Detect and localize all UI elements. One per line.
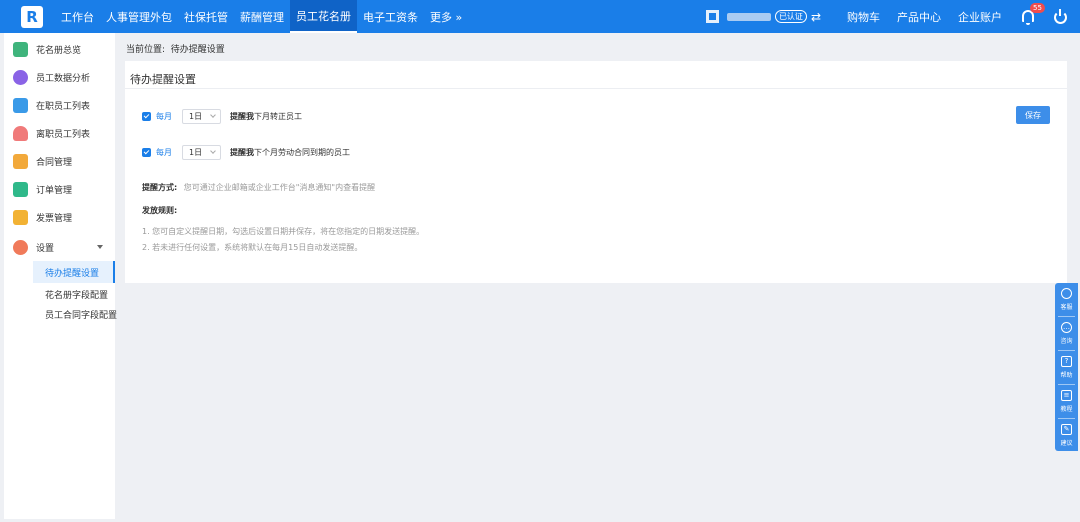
sidebar-item-active-employees[interactable]: 在职员工列表 xyxy=(4,92,115,118)
sidebar-item-invoice-management[interactable]: 发票管理 xyxy=(4,204,115,230)
reminder-row-contract-expiry: 每月 1日 提醒我下个月劳动合同到期的员工 xyxy=(142,144,350,160)
app-logo[interactable]: R xyxy=(21,5,43,28)
sidebar-item-label: 花名册总览 xyxy=(36,45,82,56)
nav-item-payroll[interactable]: 薪酬管理 xyxy=(234,0,290,33)
nav-item-workbench[interactable]: 工作台 xyxy=(55,0,100,33)
monthly-label[interactable]: 每月 xyxy=(156,147,172,158)
reminder-method: 提醒方式: 您可通过企业邮箱或企业工作台"消息通知"内查看提醒 xyxy=(142,182,375,193)
sidebar: 花名册总览 员工数据分析 在职员工列表 离职员工列表 合同管理 订单管理 发票管… xyxy=(4,33,117,519)
day-select-value: 1日 xyxy=(189,147,203,157)
sidebar-item-resigned-employees[interactable]: 离职员工列表 xyxy=(4,120,115,146)
sidebar-subitem-contract-field-config[interactable]: 员工合同字段配置 xyxy=(4,303,117,325)
sidebar-item-employee-analysis[interactable]: 员工数据分析 xyxy=(4,64,115,90)
checkbox-monthly-contract[interactable] xyxy=(142,147,151,157)
help-button[interactable]: ? 帮助 xyxy=(1055,351,1078,384)
top-navigation-bar: R 工作台 人事管理外包 社保托管 薪酬管理 员工花名册 电子工资条 更多 » … xyxy=(0,0,1080,33)
invoice-icon xyxy=(13,209,28,225)
nav-item-hr-outsourcing[interactable]: 人事管理外包 xyxy=(100,0,178,33)
switch-icon[interactable]: ⇄ xyxy=(811,10,821,24)
notification-button[interactable]: 55 xyxy=(1021,2,1045,26)
company-switcher[interactable]: 已认证 ⇄ xyxy=(705,10,835,24)
edit-icon: ✎ xyxy=(1061,424,1072,435)
reminder-method-label: 提醒方式: xyxy=(142,183,178,192)
float-label: 帮助 xyxy=(1060,372,1073,379)
page-title: 待办提醒设置 xyxy=(130,73,196,86)
day-select-probation[interactable]: 1日 xyxy=(182,108,221,124)
company-name-redacted xyxy=(726,12,771,21)
title-divider xyxy=(125,88,1067,89)
reminder-description: 下个月劳动合同到期的员工 xyxy=(254,147,350,157)
nav-item-more[interactable]: 更多 » xyxy=(424,0,468,33)
sidebar-item-roster-overview[interactable]: 花名册总览 xyxy=(4,36,115,62)
sidebar-item-label: 订单管理 xyxy=(36,185,73,196)
reminder-method-text: 您可通过企业邮箱或企业工作台"消息通知"内查看提醒 xyxy=(183,183,376,192)
remind-me-bold: 提醒我 xyxy=(230,147,254,157)
reminder-row-probation: 每月 1日 提醒我下月转正员工 xyxy=(142,108,302,124)
document-icon xyxy=(13,181,28,197)
nav-item-e-payslip[interactable]: 电子工资条 xyxy=(357,0,424,33)
customer-service-button[interactable]: 客服 xyxy=(1055,283,1078,316)
chevron-down-icon xyxy=(97,245,103,249)
nav-item-employee-roster[interactable]: 员工花名册 xyxy=(290,0,357,33)
rule-item: 1. 您可自定义提醒日期，勾选后设置日期并保存，将在您指定的日期发送提醒。 xyxy=(142,227,425,236)
floating-help-toolbar: 客服 … 咨询 ? 帮助 ≡ 教程 ✎ 建议 xyxy=(1055,283,1078,451)
gear-icon xyxy=(13,239,28,255)
sidebar-item-settings[interactable]: 设置 xyxy=(4,234,115,260)
contract-icon xyxy=(13,153,28,169)
notification-count-badge: 55 xyxy=(1030,2,1045,13)
sidebar-item-label: 员工数据分析 xyxy=(36,73,91,84)
sidebar-item-label: 发票管理 xyxy=(36,213,73,224)
rules-title: 发放规则: xyxy=(142,206,178,215)
reminder-text: 提醒我下个月劳动合同到期的员工 xyxy=(230,147,350,158)
checkbox-monthly-probation[interactable] xyxy=(142,111,151,121)
float-label: 建议 xyxy=(1060,440,1073,447)
sidebar-item-label: 在职员工列表 xyxy=(36,101,91,112)
main-nav: 工作台 人事管理外包 社保托管 薪酬管理 员工花名册 电子工资条 更多 » xyxy=(55,0,468,33)
id-card-icon xyxy=(13,97,28,113)
topbar-right: 已认证 ⇄ 购物车 产品中心 企业账户 55 xyxy=(705,0,1080,33)
consult-button[interactable]: … 咨询 xyxy=(1055,317,1078,350)
sidebar-item-label: 离职员工列表 xyxy=(36,129,91,140)
sidebar-subitem-roster-field-config[interactable]: 花名册字段配置 xyxy=(4,283,115,305)
chevron-down-icon xyxy=(210,147,216,154)
sidebar-item-order-management[interactable]: 订单管理 xyxy=(4,176,115,202)
chat-icon: … xyxy=(1061,322,1072,333)
rule-item: 2. 若未进行任何设置，系统将默认在每月15日自动发送提醒。 xyxy=(142,243,363,252)
enterprise-account-link[interactable]: 企业账户 xyxy=(958,9,1002,25)
cart-link[interactable]: 购物车 xyxy=(847,9,880,25)
day-select-value: 1日 xyxy=(189,111,203,121)
pie-chart-icon xyxy=(13,69,28,85)
nav-item-social-security[interactable]: 社保托管 xyxy=(178,0,234,33)
product-center-link[interactable]: 产品中心 xyxy=(897,9,941,25)
chevron-down-icon xyxy=(210,111,216,118)
logout-power-icon[interactable] xyxy=(1054,9,1067,24)
breadcrumb: 当前位置: 待办提醒设置 xyxy=(126,42,225,55)
headset-icon xyxy=(1061,288,1072,299)
sidebar-subitem-reminder-settings[interactable]: 待办提醒设置 xyxy=(33,261,115,283)
breadcrumb-prefix: 当前位置: xyxy=(126,45,166,55)
reminder-text: 提醒我下月转正员工 xyxy=(230,111,302,122)
monthly-label[interactable]: 每月 xyxy=(156,111,172,122)
reminder-description: 下月转正员工 xyxy=(254,111,302,121)
company-icon xyxy=(705,10,719,23)
save-button[interactable]: 保存 xyxy=(1016,106,1050,124)
book-icon: ≡ xyxy=(1061,390,1072,401)
tutorial-button[interactable]: ≡ 教程 xyxy=(1055,385,1078,418)
breadcrumb-current: 待办提醒设置 xyxy=(170,45,225,55)
home-icon xyxy=(13,41,28,57)
float-label: 咨询 xyxy=(1060,338,1073,345)
float-label: 教程 xyxy=(1060,406,1073,413)
float-label: 客服 xyxy=(1060,304,1073,311)
sidebar-item-contract-management[interactable]: 合同管理 xyxy=(4,148,115,174)
suggestion-button[interactable]: ✎ 建议 xyxy=(1055,419,1078,452)
person-icon xyxy=(13,125,28,141)
remind-me-bold: 提醒我 xyxy=(230,111,254,121)
verified-badge: 已认证 xyxy=(774,10,807,23)
sidebar-item-label: 设置 xyxy=(36,243,55,254)
sidebar-item-label: 合同管理 xyxy=(36,157,73,168)
question-icon: ? xyxy=(1061,356,1072,367)
day-select-contract[interactable]: 1日 xyxy=(182,144,221,160)
